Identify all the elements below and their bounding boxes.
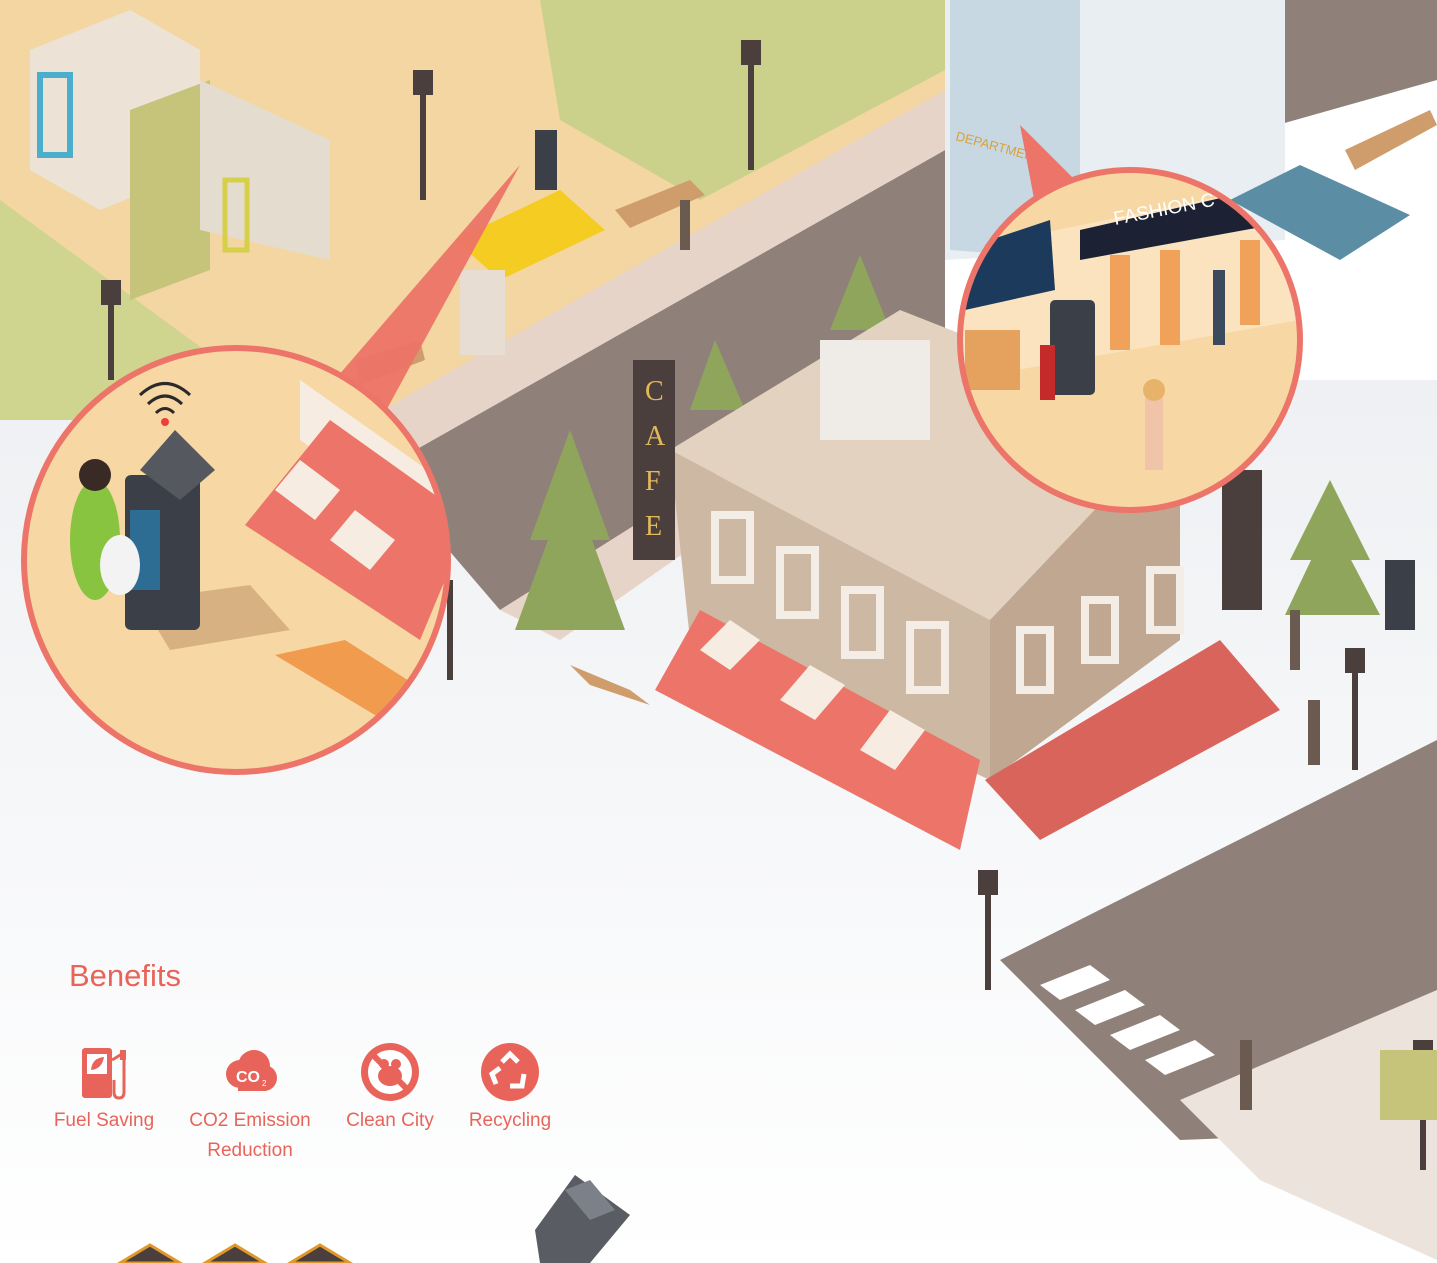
benefit-co2-reduction: CO 2 CO2 Emission Reduction — [182, 1040, 318, 1166]
benefit-label: Recycling — [468, 1110, 552, 1131]
benefit-label: Fuel Saving — [53, 1110, 155, 1131]
cafe-vertical-sign-right — [1222, 470, 1262, 610]
benefit-label: CO2 Emission — [189, 1110, 311, 1131]
benefit-label-line2: Reduction — [207, 1140, 293, 1161]
cafe-sign-a: A — [645, 421, 666, 452]
svg-text:2: 2 — [262, 1079, 267, 1088]
fuel-pump-icon — [82, 1048, 126, 1100]
cafe-sign-e: E — [645, 511, 662, 542]
benefit-label: Clean City — [346, 1110, 434, 1131]
co2-cloud-icon: CO 2 — [226, 1050, 277, 1091]
svg-text:CO: CO — [236, 1069, 260, 1086]
recycle-icon — [481, 1043, 539, 1101]
benefit-clean-city: Clean City — [335, 1040, 445, 1136]
green-block — [1380, 1050, 1437, 1120]
benefit-fuel-saving: Fuel Saving — [49, 1040, 159, 1136]
zoom-circle-right: FASHION C — [957, 167, 1303, 513]
cafe-sign-f: F — [645, 466, 661, 497]
house-roof-row — [117, 1243, 353, 1263]
cafe-sign-c: C — [645, 376, 664, 407]
no-rats-icon — [361, 1043, 419, 1101]
benefit-recycling: Recycling — [460, 1040, 560, 1136]
benefits-title: Benefits — [69, 958, 182, 993]
